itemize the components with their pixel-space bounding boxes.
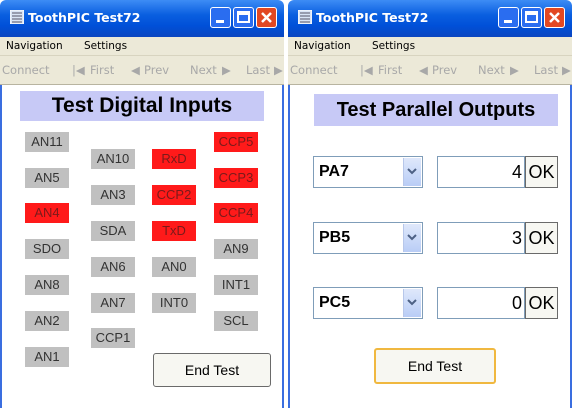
maximize-icon (237, 11, 250, 23)
port-select-value: PB5 (319, 229, 351, 246)
output-value-field[interactable]: 0 (437, 287, 525, 319)
pin-indicator: AN11 (25, 132, 69, 152)
close-icon (549, 12, 560, 23)
content-area: Test Digital Inputs AN11 AN5 AN4 SDO AN8… (6, 85, 278, 408)
nav-last-icon[interactable]: ▶ (562, 63, 571, 77)
page-title: Test Digital Inputs (20, 91, 264, 121)
nav-connect[interactable]: Connect (290, 63, 338, 77)
menu-bar: Navigation Settings (288, 37, 572, 55)
nav-prev-icon[interactable]: ◀ (131, 63, 140, 77)
page-title: Test Parallel Outputs (314, 94, 558, 126)
end-test-button[interactable]: End Test (153, 353, 271, 387)
app-icon (298, 10, 312, 24)
pin-indicator: CCP2 (152, 185, 196, 205)
pin-indicator: CCP1 (91, 328, 135, 348)
close-button[interactable] (544, 7, 565, 28)
nav-first[interactable]: First (378, 63, 402, 77)
title-bar[interactable]: ToothPIC Test72 (0, 0, 284, 37)
minimize-button[interactable] (498, 7, 519, 28)
nav-prev[interactable]: Prev (432, 63, 457, 77)
nav-next[interactable]: Next (478, 63, 505, 77)
pin-indicator: AN3 (91, 185, 135, 205)
pin-indicator: AN4 (25, 203, 69, 223)
port-select[interactable]: PB5 (313, 222, 423, 254)
nav-next[interactable]: Next (190, 63, 217, 77)
pin-indicator: SDO (25, 239, 69, 259)
nav-next-icon[interactable]: ▶ (222, 63, 231, 77)
ok-button[interactable]: OK (525, 156, 558, 188)
window-border-left (0, 85, 2, 408)
menu-bar: Navigation Settings (0, 37, 284, 55)
pin-indicator: AN10 (91, 149, 135, 169)
nav-prev-icon[interactable]: ◀ (419, 63, 428, 77)
pin-indicator: TxD (152, 221, 196, 241)
pin-indicator: SCL (214, 311, 258, 331)
window-border-right (282, 85, 284, 408)
window-title: ToothPIC Test72 (316, 10, 429, 25)
port-select[interactable]: PA7 (313, 156, 423, 188)
nav-last[interactable]: Last (534, 63, 558, 77)
output-value-field[interactable]: 3 (437, 222, 525, 254)
menu-settings[interactable]: Settings (84, 40, 127, 52)
content-area: Test Parallel Outputs PA7 4 OK PB5 3 OK … (294, 85, 566, 408)
window-title: ToothPIC Test72 (28, 10, 141, 25)
pin-indicator: RxD (152, 149, 196, 169)
pin-indicator: AN0 (152, 257, 196, 277)
maximize-icon (525, 11, 538, 23)
nav-first-icon[interactable]: |◀ (72, 63, 85, 77)
pin-indicator: CCP5 (214, 132, 258, 152)
menu-navigation[interactable]: Navigation (294, 40, 351, 52)
minimize-button[interactable] (210, 7, 231, 28)
pin-indicator: INT1 (214, 275, 258, 295)
pin-indicator: AN5 (25, 168, 69, 188)
nav-first-icon[interactable]: |◀ (360, 63, 373, 77)
window-digital-inputs: ToothPIC Test72 Navigation Settings Conn… (0, 0, 284, 408)
pin-indicator: CCP3 (214, 168, 258, 188)
nav-last-icon[interactable]: ▶ (274, 63, 283, 77)
maximize-button[interactable] (233, 7, 254, 28)
port-select[interactable]: PC5 (313, 287, 423, 319)
menu-settings[interactable]: Settings (372, 40, 415, 52)
ok-button[interactable]: OK (525, 287, 558, 319)
nav-toolbar: Connect |◀ First ◀ Prev Next ▶ Last ▶ (288, 55, 572, 85)
window-border-left (288, 85, 290, 408)
output-value-field[interactable]: 4 (437, 156, 525, 188)
minimize-icon (216, 20, 224, 23)
pin-indicator: CCP4 (214, 203, 258, 223)
chevron-down-icon[interactable] (403, 158, 421, 186)
app-icon (10, 10, 24, 24)
window-parallel-outputs: ToothPIC Test72 Navigation Settings Conn… (288, 0, 572, 408)
nav-toolbar: Connect |◀ First ◀ Prev Next ▶ Last ▶ (0, 55, 284, 85)
pin-indicator: AN8 (25, 275, 69, 295)
chevron-down-icon[interactable] (403, 289, 421, 317)
title-bar[interactable]: ToothPIC Test72 (288, 0, 572, 37)
nav-connect[interactable]: Connect (2, 63, 50, 77)
menu-navigation[interactable]: Navigation (6, 40, 63, 52)
pin-indicator: INT0 (152, 293, 196, 313)
port-select-value: PC5 (319, 294, 351, 311)
pin-indicator: AN2 (25, 311, 69, 331)
pin-indicator: AN7 (91, 293, 135, 313)
pin-indicator: AN6 (91, 257, 135, 277)
nav-first[interactable]: First (90, 63, 114, 77)
pin-indicator: AN9 (214, 239, 258, 259)
nav-prev[interactable]: Prev (144, 63, 169, 77)
minimize-icon (504, 20, 512, 23)
chevron-down-icon[interactable] (403, 224, 421, 252)
nav-last[interactable]: Last (246, 63, 270, 77)
close-icon (261, 12, 272, 23)
close-button[interactable] (256, 7, 277, 28)
pin-indicator: AN1 (25, 347, 69, 367)
pin-indicator: SDA (91, 221, 135, 241)
nav-next-icon[interactable]: ▶ (510, 63, 519, 77)
end-test-button[interactable]: End Test (374, 348, 496, 384)
port-select-value: PA7 (319, 163, 349, 180)
maximize-button[interactable] (521, 7, 542, 28)
ok-button[interactable]: OK (525, 222, 558, 254)
